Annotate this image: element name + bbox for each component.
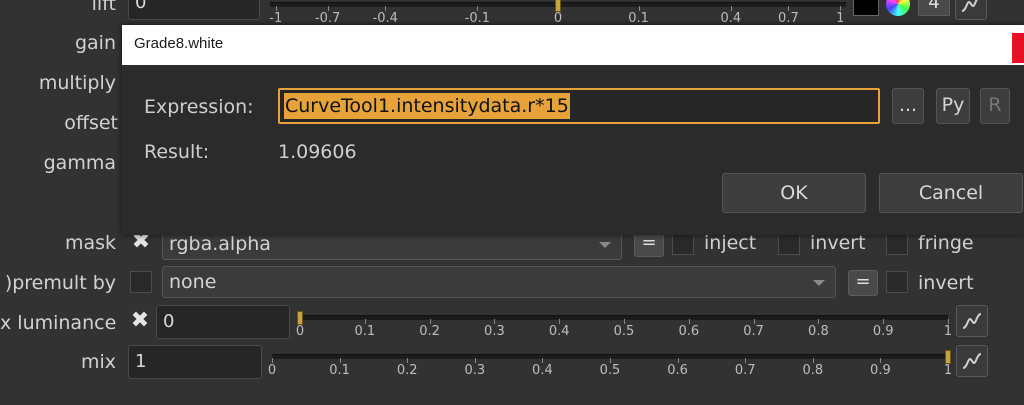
mix-slider-handle[interactable] <box>945 350 951 364</box>
luminance-input[interactable]: 0 <box>156 305 290 339</box>
lift-slider-handle[interactable] <box>555 0 561 12</box>
luminance-enable-checkbox[interactable]: ✖ <box>129 310 151 332</box>
slider-tick-label: 0.4 <box>532 363 553 378</box>
expression-input[interactable]: CurveTool1.intensitydata.r*15 <box>278 88 880 124</box>
slider-tick-label: 0 <box>267 363 277 378</box>
mix-input[interactable]: 1 <box>128 345 262 379</box>
luminance-curve-button[interactable] <box>956 305 988 337</box>
python-button[interactable]: Py <box>936 88 970 124</box>
mask-invert-checkbox[interactable] <box>778 233 800 255</box>
gain-label: gain <box>74 32 116 54</box>
slider-tick-label: 0.5 <box>613 324 635 339</box>
slider-tick-label: -0.7 <box>314 11 341 26</box>
premult-checkbox[interactable] <box>130 271 152 293</box>
mix-label: mix <box>80 351 116 373</box>
luminance-slider-handle[interactable] <box>297 311 303 325</box>
channel-count-button[interactable]: 4 <box>918 0 950 16</box>
slider-tick-label: 0.1 <box>329 363 350 378</box>
slider-tick-label: 0.1 <box>628 11 649 26</box>
premult-channel-dropdown[interactable]: none <box>162 266 836 298</box>
slider-tick-label: -0.1 <box>464 11 491 26</box>
slider-tick-label: 0 <box>553 11 563 26</box>
slider-tick-label: 1 <box>943 324 953 339</box>
premult-channel-value: none <box>169 271 217 293</box>
slider-tick-label: 0.7 <box>734 363 756 378</box>
cancel-button[interactable]: Cancel <box>879 173 1023 213</box>
curve-icon <box>962 353 982 369</box>
slider-tick-label: 0.4 <box>720 11 742 26</box>
slider-tick-label: 0.8 <box>808 324 829 339</box>
premult-label: )premult by <box>4 272 116 294</box>
mix-slider[interactable]: 0 0.1 0.2 0.3 0.4 0.5 0.6 0.7 0.8 0.9 1 <box>268 350 952 378</box>
result-label: Result: <box>144 141 210 163</box>
ok-button[interactable]: OK <box>722 173 866 213</box>
slider-tick-label: 0.7 <box>778 11 799 26</box>
curve-icon <box>961 0 978 12</box>
expression-label: Expression: <box>144 96 254 118</box>
gamma-label: gamma <box>43 152 116 174</box>
dialog-title: Grade8.white <box>134 35 224 52</box>
result-value: 1.09606 <box>278 141 357 163</box>
expression-dialog: Grade8.white Expression: CurveTool1.inte… <box>122 25 1024 235</box>
fringe-label: fringe <box>918 232 974 254</box>
slider-tick-label: 0.2 <box>396 363 418 378</box>
lift-input[interactable]: 0 <box>128 0 260 20</box>
chevron-down-icon <box>599 242 611 248</box>
slider-tick-label: 0.9 <box>870 363 891 378</box>
slider-tick-label: 0.1 <box>354 324 376 339</box>
luminance-slider[interactable]: 0 0.1 0.2 0.3 0.4 0.5 0.6 0.7 0.8 0.9 1 <box>296 311 952 339</box>
premult-eq-button[interactable]: = <box>848 270 878 296</box>
curve-icon <box>962 313 982 329</box>
close-icon[interactable] <box>1012 33 1024 63</box>
slider-tick-label: 0.2 <box>419 324 440 339</box>
slider-tick-label: 0 <box>295 324 305 339</box>
luminance-label: x luminance <box>0 312 117 334</box>
slider-tick-label: 1 <box>836 11 845 26</box>
color-wheel-icon[interactable] <box>886 0 910 16</box>
offset-label: offset <box>64 112 118 134</box>
slider-tick-label: 0.6 <box>667 363 688 378</box>
slider-tick-label: 1 <box>943 363 953 378</box>
mask-label: mask <box>64 232 116 254</box>
mask-channel-value: rgba.alpha <box>169 233 271 255</box>
lift-slider[interactable]: -1 -0.7 -0.4 -0.1 0 0.1 0.4 0.7 1 <box>269 0 846 26</box>
slider-tick-label: -1 <box>269 11 283 26</box>
mix-curve-button[interactable] <box>956 345 988 377</box>
slider-tick-label: 0.4 <box>548 324 570 339</box>
slider-tick-label: 0.9 <box>872 324 894 339</box>
slider-tick-label: -0.4 <box>372 11 398 26</box>
slider-tick-label: 0.3 <box>464 363 486 378</box>
browse-button[interactable]: ... <box>892 88 924 124</box>
chevron-down-icon <box>813 280 825 286</box>
slider-tick-label: 0.5 <box>599 363 621 378</box>
slider-tick-label: 0.3 <box>484 324 505 339</box>
color-swatch-button[interactable] <box>853 0 879 16</box>
lift-label: lift <box>91 0 116 15</box>
expression-text: CurveTool1.intensitydata.r*15 <box>284 93 570 119</box>
slider-tick-label: 0.6 <box>678 324 700 339</box>
slider-tick-label: 0.8 <box>802 363 824 378</box>
r-button[interactable]: R <box>980 88 1010 124</box>
premult-invert-label: invert <box>918 272 974 294</box>
premult-invert-checkbox[interactable] <box>886 271 908 293</box>
multiply-label: multiply <box>38 72 116 94</box>
mask-invert-label: invert <box>810 232 866 254</box>
slider-tick-label: 0.7 <box>743 324 764 339</box>
fringe-checkbox[interactable] <box>886 233 908 255</box>
inject-checkbox[interactable] <box>672 233 694 255</box>
lift-curve-button[interactable] <box>955 0 987 20</box>
inject-label: inject <box>704 232 757 254</box>
dialog-titlebar[interactable]: Grade8.white <box>122 25 1024 65</box>
